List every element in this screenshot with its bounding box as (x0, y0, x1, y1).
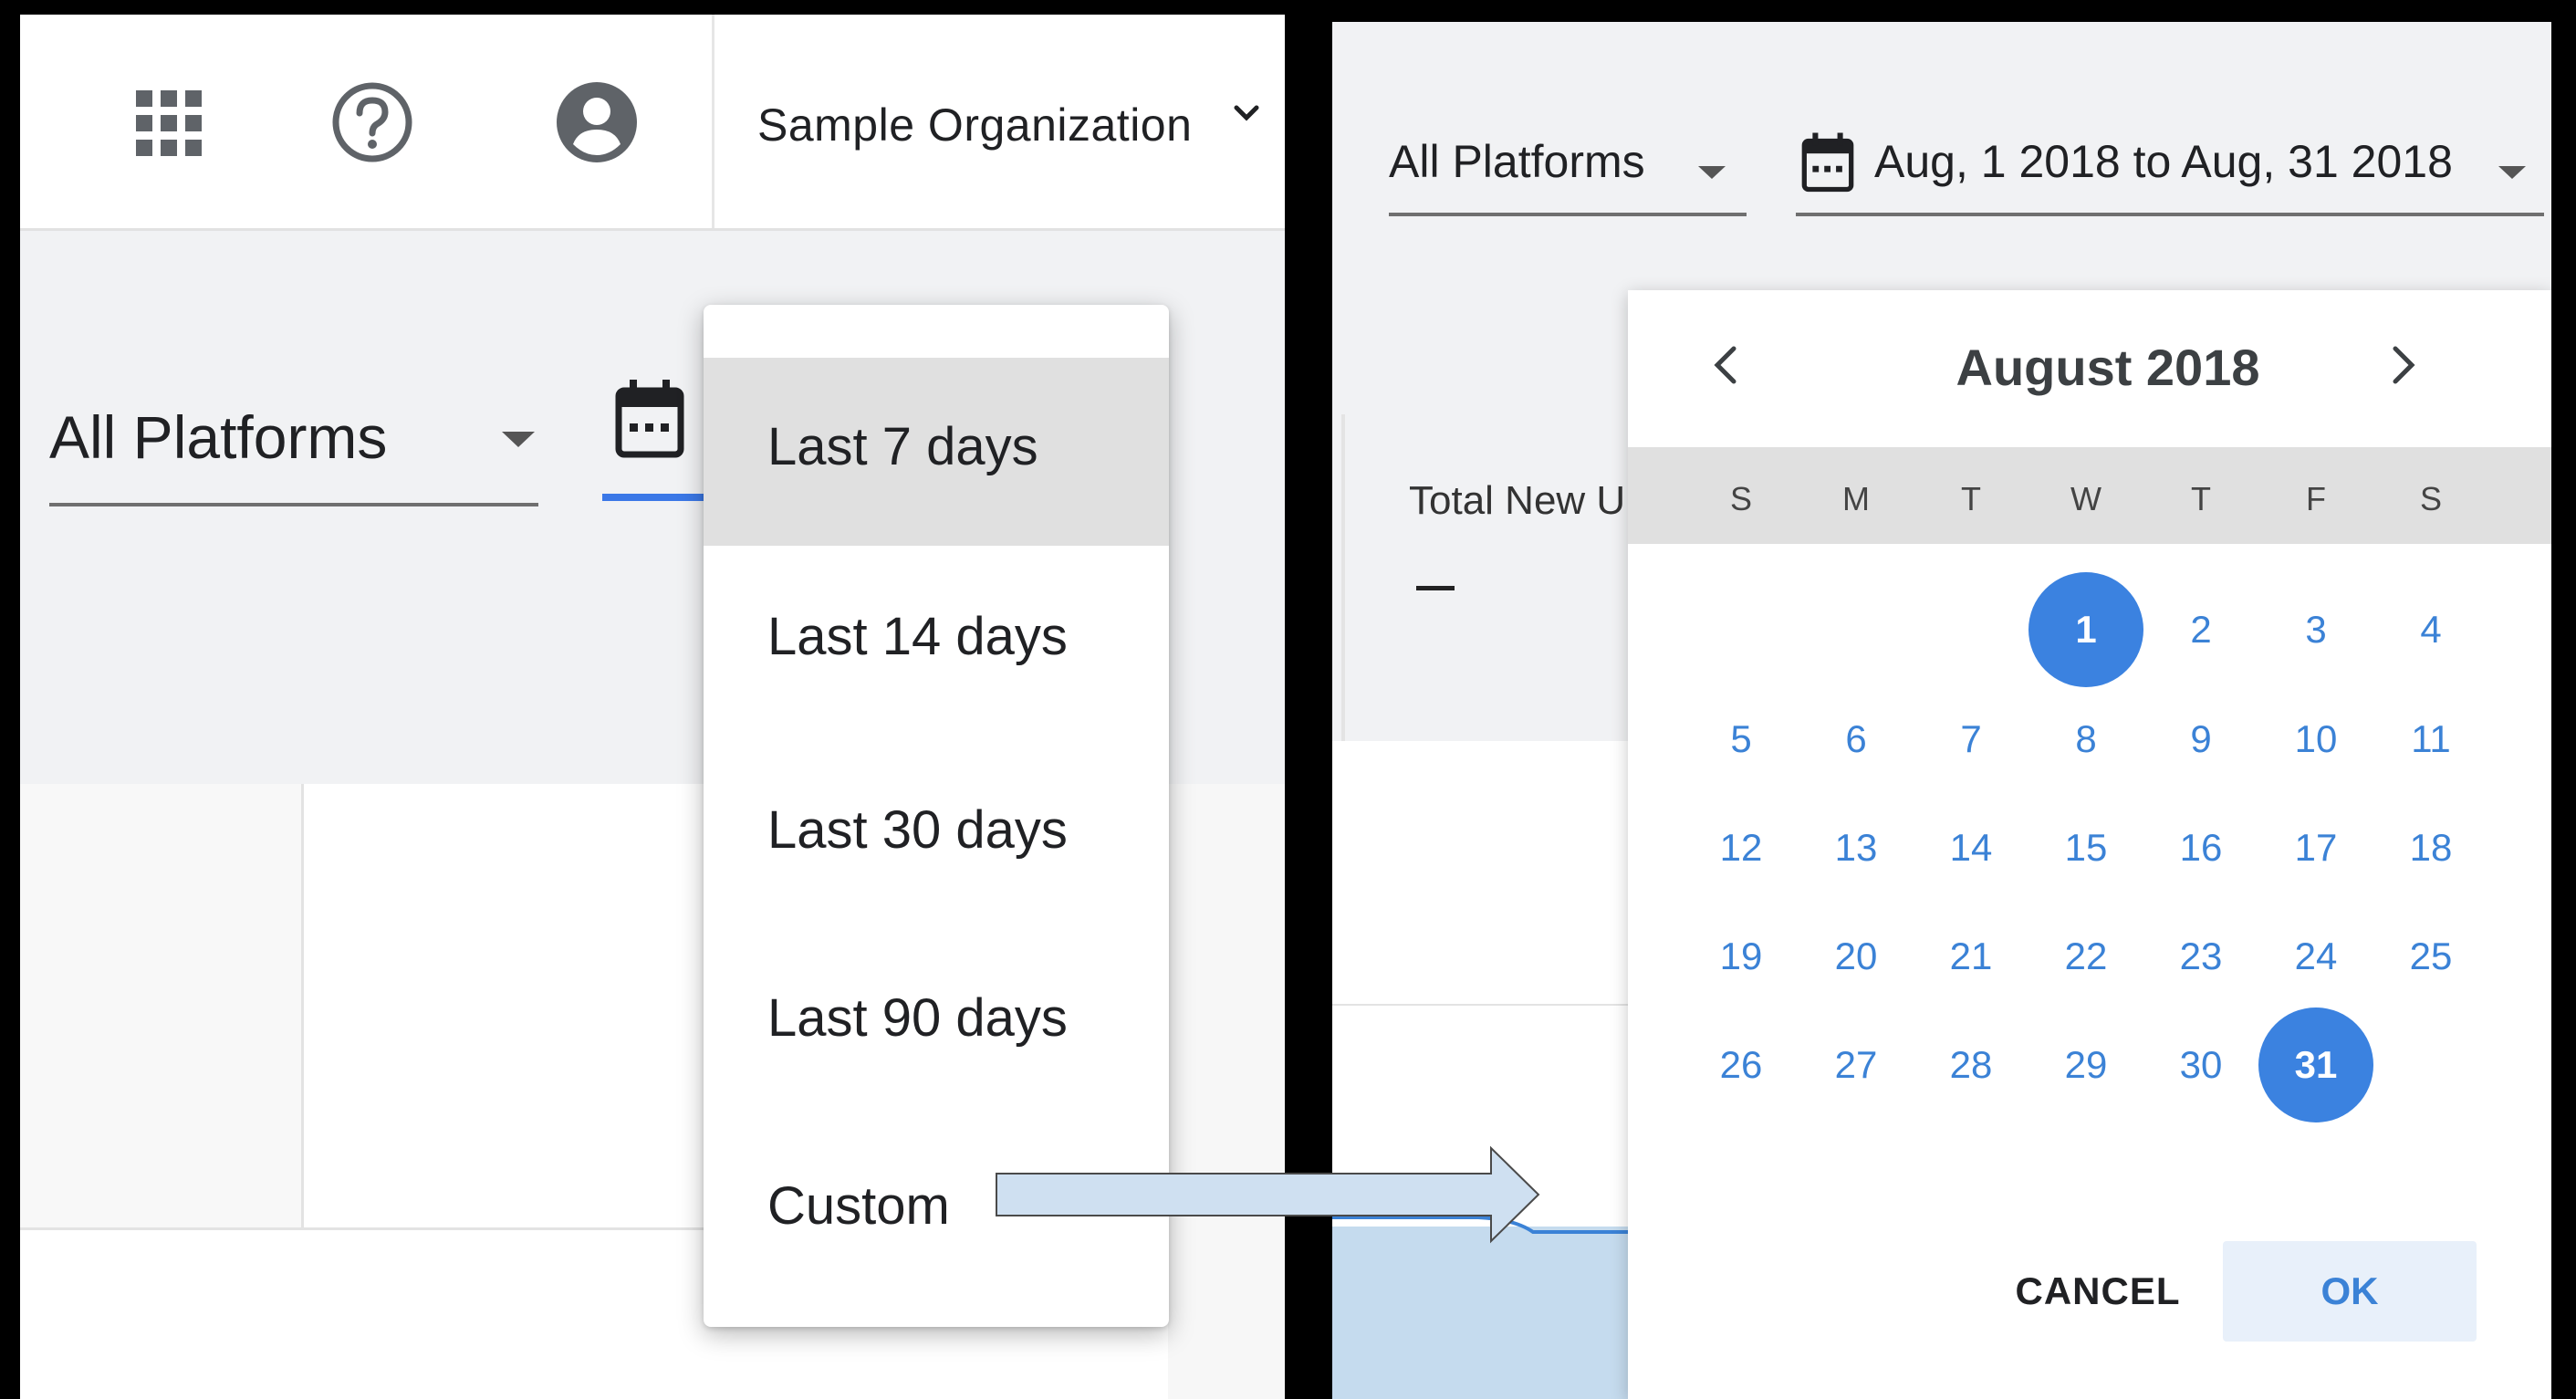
cancel-button[interactable]: CANCEL (2011, 1241, 2185, 1342)
calendar-day[interactable]: 2 (2143, 572, 2258, 687)
calendar-day[interactable]: 15 (2028, 790, 2143, 905)
dropdown-caret-icon (1698, 166, 1726, 179)
calendar-day[interactable]: 29 (2028, 1007, 2143, 1122)
calendar-day[interactable]: 23 (2143, 899, 2258, 1014)
ok-button[interactable]: OK (2223, 1241, 2477, 1342)
chevron-right-icon[interactable] (2390, 345, 2417, 390)
dropdown-caret-icon (2498, 166, 2526, 179)
platform-select[interactable]: All Platforms (1389, 110, 1747, 216)
calendar-day[interactable]: 20 (1799, 899, 1914, 1014)
chart-series-area (1332, 1216, 1661, 1399)
calendar-day[interactable]: 25 (2373, 899, 2488, 1014)
top-app-bar: Sample Organization (20, 15, 1285, 231)
menu-item-label: Custom (767, 1176, 950, 1236)
metric-card-title: Total New U (1409, 478, 1626, 523)
content-right-strip (1168, 784, 1285, 1399)
weekday-label: S (1729, 480, 1752, 517)
weekday-header: SMTWTFS (1628, 447, 2551, 544)
flow-arrow (995, 1144, 1542, 1249)
calendar-day[interactable]: 14 (1914, 790, 2028, 905)
calendar-day[interactable]: 8 (2028, 682, 2143, 797)
platform-select-label: All Platforms (1389, 136, 1645, 187)
menu-item-last-90-days[interactable]: Last 90 days (704, 922, 1169, 1110)
calendar-day[interactable]: 4 (2373, 572, 2488, 687)
weekday-label: S (2419, 480, 2442, 517)
calendar-day[interactable]: 21 (1914, 899, 2028, 1014)
calendar-day[interactable]: 26 (1684, 1007, 1799, 1122)
weekday-label: W (2070, 480, 2101, 517)
menu-item-label: Last 14 days (767, 607, 1068, 666)
platform-select-label: All Platforms (49, 403, 388, 471)
calendar-day[interactable]: 22 (2028, 899, 2143, 1014)
calendar-day[interactable]: 9 (2143, 682, 2258, 797)
calendar-day[interactable]: 12 (1684, 790, 1799, 905)
calendar-day[interactable]: 31 (2258, 1007, 2373, 1122)
weekday-label: T (1961, 480, 1981, 517)
date-picker-dialog: August 2018 SMTWTFS 1 2 3 4 5 6 7 8 9 10 11 12 13 14 1… (1628, 290, 2551, 1399)
calendar-day[interactable]: 16 (2143, 790, 2258, 905)
calendar-day[interactable]: 30 (2143, 1007, 2258, 1122)
calendar-day[interactable]: 5 (1684, 682, 1799, 797)
chevron-down-icon[interactable] (1234, 104, 1259, 127)
calendar-day[interactable]: 17 (2258, 790, 2373, 905)
menu-item-last-14-days[interactable]: Last 14 days (704, 546, 1169, 734)
menu-item-last-7-days[interactable]: Last 7 days (704, 358, 1169, 546)
calendar-day[interactable]: 13 (1799, 790, 1914, 905)
calendar-day[interactable]: 7 (1914, 682, 2028, 797)
account-icon[interactable] (551, 77, 642, 168)
calendar-day[interactable]: 18 (2373, 790, 2488, 905)
calendar-day[interactable]: 11 (2373, 682, 2488, 797)
calendar-day[interactable]: 1 (2028, 572, 2143, 687)
calendar-day[interactable]: 28 (1914, 1007, 2028, 1122)
weekday-label: T (2191, 480, 2211, 517)
calendar-day[interactable]: 27 (1799, 1007, 1914, 1122)
calendar-day[interactable]: 10 (2258, 682, 2373, 797)
menu-item-label: Last 30 days (767, 800, 1068, 860)
calendar-day[interactable]: 3 (2258, 572, 2373, 687)
calendar-day[interactable]: 19 (1684, 899, 1799, 1014)
menu-item-last-30-days[interactable]: Last 30 days (704, 734, 1169, 922)
menu-item-label: Last 90 days (767, 988, 1068, 1048)
weekday-label: M (1842, 480, 1870, 517)
menu-item-label: Last 7 days (767, 417, 1038, 476)
metric-card (1341, 414, 1646, 741)
date-range-label: Aug, 1 2018 to Aug, 31 2018 (1874, 136, 2453, 187)
calendar-day[interactable]: 6 (1799, 682, 1914, 797)
content-card-middle (304, 784, 724, 1227)
metric-card-empty-value (1416, 586, 1455, 590)
apps-grid-icon[interactable] (128, 82, 210, 164)
calendar-icon (1799, 131, 1856, 198)
platform-select[interactable]: All Platforms (49, 384, 538, 506)
content-card-left (20, 784, 304, 1227)
calendar-icon[interactable] (613, 378, 686, 465)
help-icon[interactable] (327, 77, 418, 168)
calendar-day[interactable]: 24 (2258, 899, 2373, 1014)
organization-name[interactable]: Sample Organization (757, 99, 1192, 151)
top-bar-divider (712, 15, 714, 228)
chart-gridline (1332, 1004, 1643, 1006)
dropdown-caret-icon (502, 432, 535, 447)
weekday-label: F (2306, 480, 2326, 517)
date-range-select[interactable]: Aug, 1 2018 to Aug, 31 2018 (1796, 110, 2544, 216)
